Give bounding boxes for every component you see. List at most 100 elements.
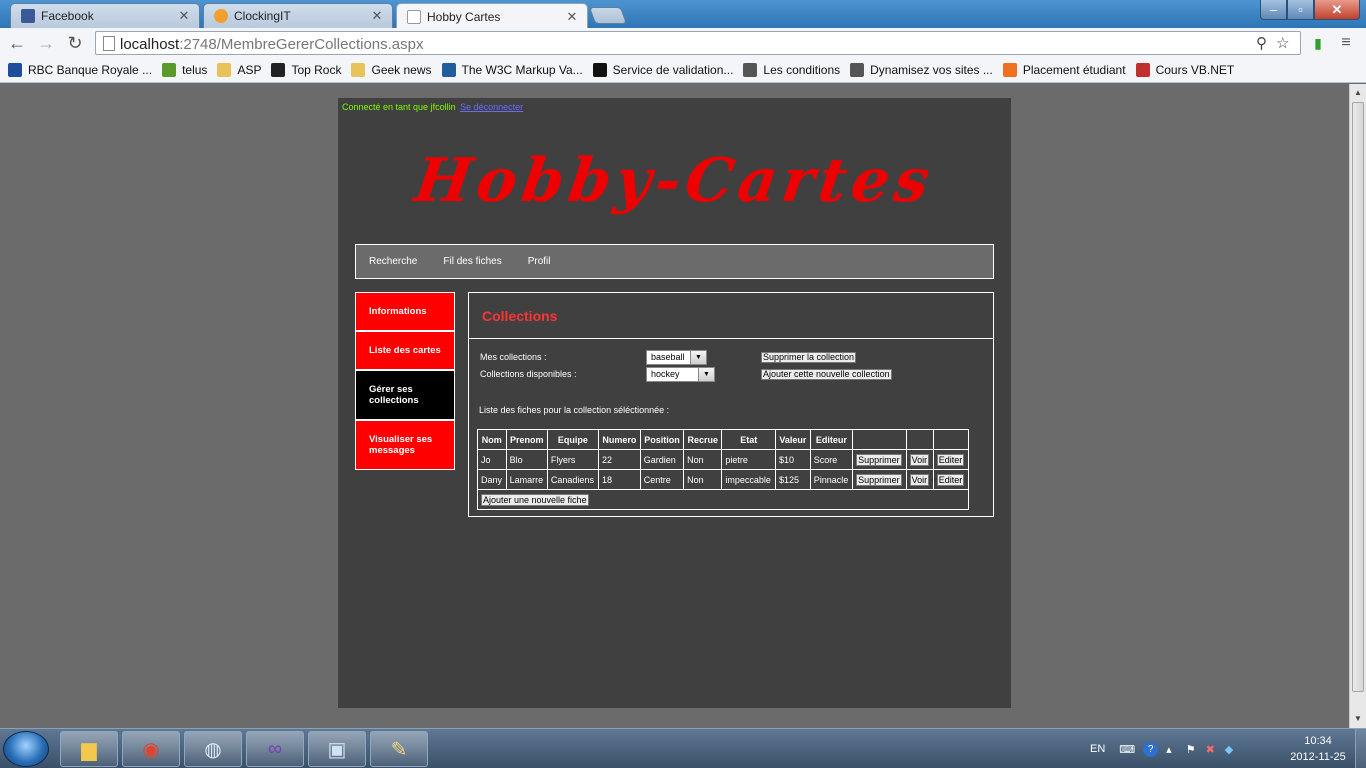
bookmark-item[interactable]: RBC Banque Royale ...: [8, 63, 152, 77]
collections-disponibles-select[interactable]: hockey ▼: [646, 367, 715, 382]
system-tray: EN ⌨ ? ▴ ⚑ ✖ ◆: [1090, 729, 1233, 768]
close-icon[interactable]: ✕: [177, 8, 191, 24]
bookmark-item[interactable]: telus: [162, 63, 207, 77]
supprimer-fiche-button[interactable]: Supprimer: [856, 453, 902, 466]
show-desktop-button[interactable]: [1355, 729, 1366, 768]
menu-item-fil-des-fiches[interactable]: Fil des fiches: [443, 256, 501, 267]
reload-button[interactable]: ↻: [63, 32, 87, 54]
cell-position: Gardien: [639, 449, 685, 470]
column-header: Recrue: [683, 429, 723, 450]
bookmark-label: RBC Banque Royale ...: [28, 63, 153, 77]
bookmark-icon: [351, 63, 366, 77]
signal-icon[interactable]: ▮: [1306, 32, 1330, 54]
visual-studio-taskbar-button[interactable]: ∞: [246, 731, 304, 767]
cell-equipe: Canadiens: [546, 469, 599, 490]
arrow-left-icon: ←: [8, 32, 26, 53]
app-taskbar-button[interactable]: ◍: [184, 731, 242, 767]
bookmark-item[interactable]: The W3C Markup Va...: [441, 63, 583, 77]
back-button[interactable]: ←: [5, 32, 29, 54]
bookmark-icon: [162, 63, 177, 77]
bookmark-item[interactable]: Geek news: [351, 63, 432, 77]
cell-action: Supprimer: [852, 469, 907, 490]
tray-arrow-icon[interactable]: ▴: [1166, 743, 1172, 756]
editer-fiche-button[interactable]: Editer: [936, 453, 965, 466]
search-icon[interactable]: ⚲: [1256, 34, 1267, 52]
star-icon[interactable]: ☆: [1276, 34, 1289, 52]
site-logo: Hobby-Cartes: [410, 146, 939, 216]
app-icon: ◍: [204, 738, 222, 761]
page-title: Collections: [482, 307, 558, 324]
close-icon[interactable]: ✕: [370, 8, 384, 24]
bookmark-item[interactable]: Cours VB.NET: [1135, 63, 1234, 77]
column-header: Nom: [477, 429, 507, 450]
infinity-icon: ∞: [267, 737, 283, 760]
scroll-up-icon[interactable]: ▲: [1353, 88, 1363, 97]
chrome-taskbar-button[interactable]: ◉: [122, 731, 180, 767]
paint-taskbar-button[interactable]: ✎: [370, 731, 428, 767]
logout-link[interactable]: Se déconnecter: [460, 102, 523, 112]
sidebar-item-liste-des-cartes[interactable]: Liste des cartes: [355, 331, 455, 370]
cell-numero: 22: [597, 449, 641, 470]
close-icon[interactable]: ✕: [565, 9, 579, 25]
sidebar-item-gerer-collections[interactable]: Gérer ses collections: [355, 370, 455, 420]
cell-nom: Dany: [477, 469, 507, 490]
scrollbar-thumb[interactable]: [1352, 102, 1364, 692]
menu-item-recherche[interactable]: Recherche: [369, 256, 417, 267]
bookmark-item[interactable]: Placement étudiant: [1002, 63, 1126, 77]
collections-panel: Collections Mes collections : baseball ▼…: [468, 292, 994, 517]
bookmark-item[interactable]: Service de validation...: [592, 63, 733, 77]
taskbar-clock[interactable]: 10:34 2012-11-25: [1288, 733, 1348, 765]
tab-label: Hobby Cartes: [427, 9, 501, 24]
language-indicator[interactable]: EN: [1090, 743, 1105, 755]
help-icon[interactable]: ?: [1143, 741, 1159, 757]
tab-facebook[interactable]: Facebook ✕: [10, 3, 200, 28]
menu-button[interactable]: ≡: [1334, 32, 1358, 54]
collections-disponibles-label: Collections disponibles :: [480, 369, 577, 379]
main-menu: Recherche Fil des fiches Profil: [355, 244, 994, 279]
table-row: Jo Blo Flyers 22 Gardien Non pietre $10 …: [477, 449, 970, 470]
keyboard-icon[interactable]: ⌨: [1119, 743, 1135, 756]
start-button[interactable]: [3, 731, 49, 767]
scroll-down-icon[interactable]: ▼: [1353, 714, 1363, 723]
window-close-button[interactable]: ✕: [1314, 0, 1360, 20]
editer-fiche-button[interactable]: Editer: [936, 473, 965, 486]
cell-numero: 18: [597, 469, 641, 490]
voir-fiche-button[interactable]: Voir: [909, 473, 930, 486]
screen-taskbar-button[interactable]: ▣: [308, 731, 366, 767]
sidebar-item-visualiser-messages[interactable]: Visualiser ses messages: [355, 420, 455, 470]
bookmark-item[interactable]: Top Rock: [271, 63, 341, 77]
tab-hobby-cartes[interactable]: Hobby Cartes ✕: [396, 3, 588, 29]
minimize-button[interactable]: –: [1260, 0, 1287, 20]
address-bar[interactable]: localhost:2748/MembreGererCollections.as…: [95, 31, 1301, 55]
voir-fiche-button[interactable]: Voir: [909, 453, 930, 466]
ajouter-fiche-button[interactable]: Ajouter une nouvelle fiche: [481, 493, 589, 506]
sidebar-item-informations[interactable]: Informations: [355, 292, 455, 331]
bookmark-icon: [8, 63, 22, 77]
supprimer-collection-button[interactable]: Supprimer la collection: [761, 352, 857, 363]
explorer-taskbar-button[interactable]: ▆: [60, 731, 118, 767]
tab-strip: Facebook ✕ ClockingIT ✕ Hobby Cartes ✕ –…: [0, 0, 1366, 29]
bookmark-item[interactable]: ASP: [217, 63, 261, 77]
menu-item-profil[interactable]: Profil: [528, 256, 551, 267]
page-icon: [407, 9, 421, 24]
new-tab-button[interactable]: [588, 7, 628, 24]
action-center-icon[interactable]: ⚑: [1186, 743, 1196, 756]
ajouter-collection-button[interactable]: Ajouter cette nouvelle collection: [761, 369, 892, 380]
dropbox-icon[interactable]: ◆: [1225, 743, 1233, 756]
network-icon[interactable]: ✖: [1206, 743, 1215, 756]
tab-clockingit[interactable]: ClockingIT ✕: [203, 3, 393, 28]
supprimer-fiche-button[interactable]: Supprimer: [856, 473, 902, 486]
folder-icon: ▆: [81, 738, 97, 761]
bookmark-icon: [592, 63, 607, 77]
bookmark-item[interactable]: Les conditions: [743, 63, 840, 77]
bookmark-label: Placement étudiant: [1022, 63, 1126, 77]
bookmark-icon: [1135, 63, 1150, 77]
vertical-scrollbar[interactable]: ▲ ▼: [1349, 84, 1366, 728]
cell-action: Supprimer: [852, 449, 907, 470]
bookmarks-bar: RBC Banque Royale ... telus ASP Top Rock Gee…: [0, 58, 1366, 83]
maximize-button[interactable]: ▫: [1287, 0, 1314, 20]
mes-collections-select[interactable]: baseball ▼: [646, 350, 707, 365]
forward-button[interactable]: →: [34, 32, 58, 54]
bookmark-item[interactable]: Dynamisez vos sites ...: [850, 63, 993, 77]
liste-fiches-label: Liste des fiches pour la collection sélé…: [479, 405, 670, 415]
